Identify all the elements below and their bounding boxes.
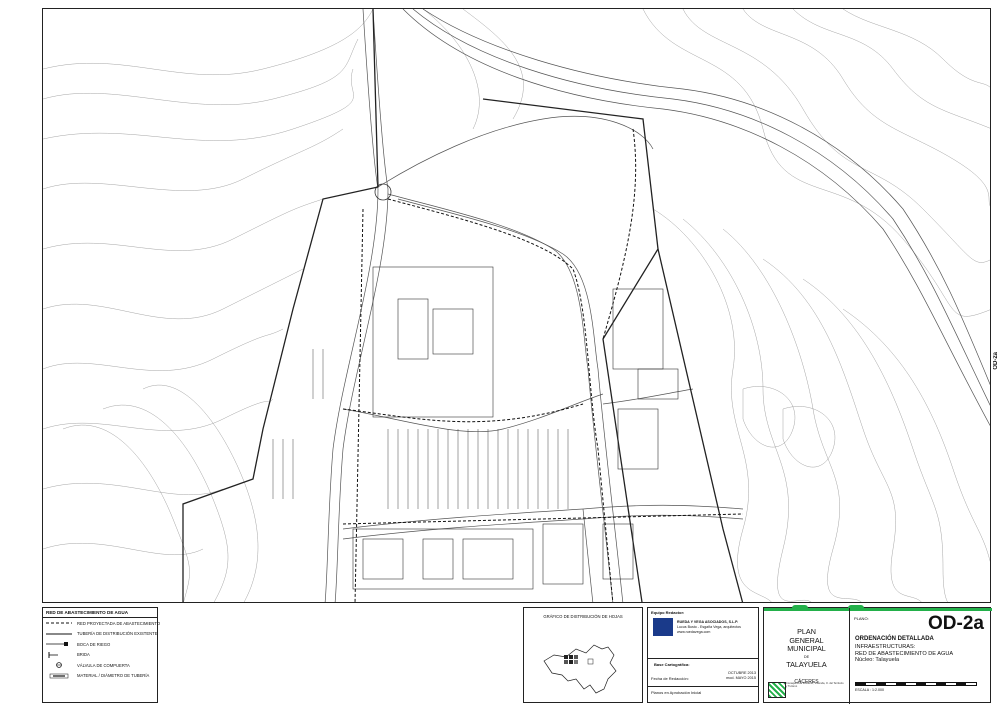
legend-item-label: MATERIAL / DIÁMETRO DE TUBERÍA bbox=[77, 673, 150, 679]
urban-boundary bbox=[182, 9, 744, 602]
sheet-edge-code: OD-2a bbox=[993, 352, 999, 370]
legend-item-label: BOCA DE RIEGO bbox=[77, 641, 111, 647]
pipe-tag-icon bbox=[46, 673, 72, 679]
legend-item-projected: RED PROYECTADA DE ABASTECIMIENTO bbox=[43, 618, 161, 629]
legend-item-valve: VÁLVULA DE COMPUERTA bbox=[43, 660, 157, 671]
plano-label: PLANO: bbox=[854, 616, 869, 621]
solid-line-icon bbox=[46, 631, 72, 637]
divider bbox=[648, 686, 758, 687]
plan-title-block: PLAN GENERAL MUNICIPAL DE TALAYUELA CÁCE… bbox=[763, 605, 992, 704]
legend-title: RED DE ABASTECIMIENTO DE AGUA bbox=[43, 608, 157, 618]
contour-lines bbox=[43, 9, 990, 602]
authority-text: Consejería de Fomento, Vivienda, O. del … bbox=[786, 682, 844, 689]
equipo-label: Equipo Redactor: bbox=[651, 610, 685, 615]
hydrant-mark-icon bbox=[46, 641, 72, 647]
graphic-scale-bar bbox=[855, 682, 977, 686]
divider bbox=[648, 658, 758, 659]
plan-name: PLAN GENERAL MUNICIPAL DE TALAYUELA bbox=[764, 627, 849, 669]
scale-text: ESCALA : 1:2.000 bbox=[855, 688, 884, 692]
legend-item-flange: BRIDA bbox=[43, 650, 157, 661]
municipality-key-map bbox=[543, 644, 617, 694]
accent-dot bbox=[848, 605, 864, 611]
legend-item-label: BRIDA bbox=[77, 652, 90, 658]
plan-municipality: TALAYUELA bbox=[786, 659, 827, 669]
plan-title-sub: INFRAESTRUCTURAS: RED DE ABASTECIMIENTO … bbox=[855, 644, 953, 664]
fecha-value2: mod. MAYO 2015 bbox=[726, 676, 756, 680]
cadastral-map bbox=[43, 9, 990, 602]
sheet-distribution-panel: GRÁFICO DE DISTRIBUCIÓN DE HOJAS bbox=[523, 607, 643, 703]
valve-circle-icon bbox=[46, 662, 72, 669]
plan-title-line2: INFRAESTRUCTURAS: bbox=[855, 644, 916, 650]
legend-panel: RED DE ABASTECIMIENTO DE AGUA RED PROYEC… bbox=[42, 607, 161, 703]
map-viewport[interactable] bbox=[42, 8, 991, 603]
legend-item-label: VÁLVULA DE COMPUERTA bbox=[77, 662, 130, 668]
company-logo-icon bbox=[653, 618, 673, 636]
plan-sheet: OD-2a RED DE ABASTECIMIENTO DE AGUA RED … bbox=[0, 0, 1000, 711]
authority-logo-icon bbox=[768, 682, 786, 698]
drafting-info-panel: Equipo Redactor: RUEDA Y VEGA ASOCIADOS,… bbox=[647, 607, 759, 703]
plan-line3: MUNICIPAL bbox=[787, 644, 826, 654]
plan-title-line3: RED DE ABASTECIMIENTO DE AGUA bbox=[855, 650, 954, 657]
fecha-label: Fecha de Redacción: bbox=[651, 676, 689, 681]
building-blocks bbox=[352, 266, 679, 590]
parcel-rows bbox=[272, 349, 569, 509]
planos-label: Planos en Aprobación Inicial bbox=[651, 690, 702, 695]
company-line3: www.ruedavega.com bbox=[677, 630, 711, 634]
legend-item-label: RED PROYECTADA DE ABASTECIMIENTO bbox=[77, 620, 161, 626]
dashed-line-icon bbox=[46, 620, 72, 626]
legend-item-label: TUBERÍA DE DISTRIBUCIÓN EXISTENTE bbox=[77, 631, 158, 637]
plan-title-main: ORDENACIÓN DETALLADA bbox=[855, 636, 934, 642]
legend-item-existing: TUBERÍA DE DISTRIBUCIÓN EXISTENTE bbox=[43, 629, 158, 640]
flange-mark-icon bbox=[46, 651, 72, 658]
company-block: RUEDA Y VEGA ASOCIADOS, S.L.P. Lucus Bus… bbox=[677, 620, 741, 635]
legend-item-pipe-tag: MATERIAL / DIÁMETRO DE TUBERÍA bbox=[43, 671, 157, 682]
plan-code: OD-2a bbox=[928, 613, 984, 634]
legend-item-hydrant: BOCA DE RIEGO bbox=[43, 639, 157, 650]
base-label: Base Cartográfica: bbox=[654, 662, 690, 667]
fecha-values: OCTUBRE 2013 mod. MAYO 2015 bbox=[710, 671, 756, 681]
plan-identity-column: PLAN GENERAL MUNICIPAL DE TALAYUELA CÁCE… bbox=[764, 608, 850, 704]
plan-title-line4: Núcleo: Talayuela bbox=[855, 657, 900, 664]
road-network bbox=[324, 9, 990, 602]
